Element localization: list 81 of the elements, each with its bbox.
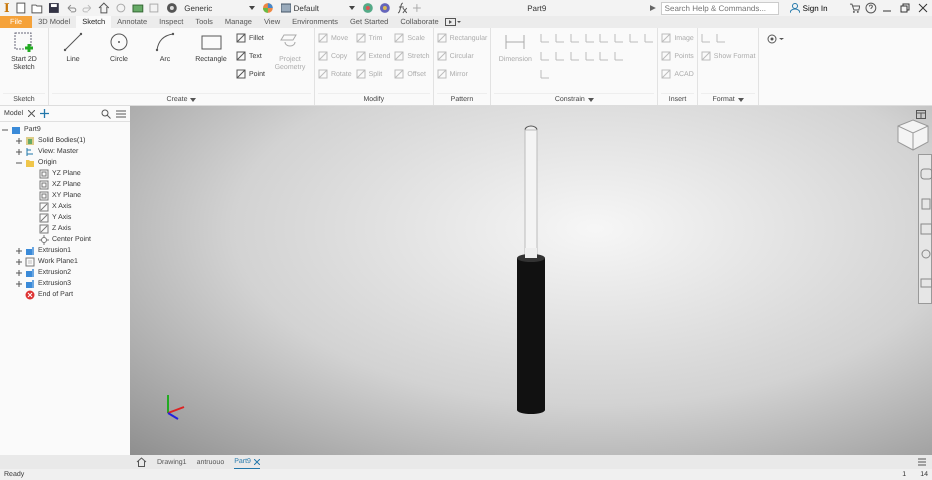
search-icon[interactable] (101, 108, 111, 118)
search-field[interactable]: Search Help & Commands... (660, 2, 779, 14)
caret-icon[interactable] (738, 98, 744, 102)
caret-icon[interactable] (190, 98, 196, 102)
home-icon[interactable] (98, 2, 110, 14)
caret-icon (349, 6, 356, 10)
home-icon[interactable] (136, 457, 147, 467)
restore-icon[interactable] (900, 3, 910, 13)
line-icon (62, 31, 84, 53)
tool-icon (356, 69, 366, 79)
axis-icon (39, 202, 49, 212)
function-icon[interactable] (396, 2, 408, 14)
expand-icon[interactable] (16, 248, 22, 254)
collapse-icon[interactable] (16, 160, 22, 166)
part-icon (11, 124, 21, 134)
tool-icon (394, 69, 404, 79)
tool-icon (236, 33, 246, 43)
tool-icon (436, 51, 447, 61)
caret-icon[interactable] (588, 98, 594, 102)
folder-icon (25, 158, 35, 168)
play-icon[interactable] (650, 5, 656, 11)
close-icon[interactable] (28, 110, 36, 117)
center-point-icon (39, 234, 49, 244)
video-icon[interactable] (444, 18, 461, 26)
user-icon (790, 3, 800, 13)
view-cube-icon[interactable] (896, 118, 930, 152)
panel-toggle-icon[interactable] (916, 110, 926, 119)
app-logo: I (4, 1, 10, 15)
view-icon (25, 146, 35, 156)
tool-icon (436, 33, 447, 43)
target-icon[interactable] (767, 34, 786, 44)
undo-icon[interactable] (64, 2, 77, 14)
close-icon[interactable] (918, 3, 928, 13)
tool-icon (700, 51, 711, 61)
work-plane-icon (25, 256, 35, 266)
tool-icon (661, 51, 672, 61)
extrusion-icon (25, 246, 35, 256)
extrusion-icon (25, 278, 35, 288)
caret-icon (248, 6, 255, 10)
solid-bodies-icon (25, 136, 35, 146)
save-icon[interactable] (48, 2, 60, 14)
close-icon (254, 458, 260, 464)
tool-icon (318, 51, 328, 61)
expand-icon[interactable] (16, 148, 22, 154)
collapse-icon[interactable] (2, 126, 8, 132)
cart-icon[interactable] (848, 2, 860, 14)
color-wheel-icon[interactable] (262, 2, 274, 14)
appearance-icon (280, 3, 291, 13)
folder-icon[interactable] (31, 2, 44, 14)
sign-in-button[interactable]: Sign In (784, 3, 844, 13)
tool-icon (661, 33, 672, 43)
navigation-bar-icon[interactable] (918, 154, 932, 304)
axis-icon (39, 212, 49, 222)
tool-icon (394, 51, 404, 61)
expand-icon[interactable] (16, 270, 22, 276)
axis-icon (39, 224, 49, 234)
tool-icon (661, 69, 672, 79)
expand-icon[interactable] (16, 138, 22, 144)
tool-icon (356, 51, 366, 61)
arc-icon (154, 31, 176, 53)
help-icon[interactable] (865, 2, 878, 14)
tool-icon (236, 51, 246, 61)
expand-icon[interactable] (16, 280, 22, 286)
plus-icon[interactable] (40, 109, 50, 118)
menu-icon[interactable] (116, 108, 126, 118)
tool-icon (394, 33, 404, 43)
new-file-icon[interactable] (14, 2, 26, 14)
tool-icon (356, 33, 366, 43)
menu-icon[interactable] (918, 458, 926, 466)
document-title: Part9 (527, 4, 548, 12)
appearance-dropdown[interactable]: Default (278, 3, 358, 13)
end-of-part-icon (25, 290, 35, 300)
tool-icon (436, 69, 447, 79)
tool-icon (236, 69, 246, 79)
expand-icon[interactable] (16, 258, 22, 264)
tool-icon (318, 69, 328, 79)
tool-icon (318, 33, 328, 43)
material-dropdown[interactable]: Generic (182, 4, 257, 12)
circle-icon (108, 31, 130, 53)
sketch-plus-icon (13, 31, 35, 53)
extrusion-icon (25, 268, 35, 278)
